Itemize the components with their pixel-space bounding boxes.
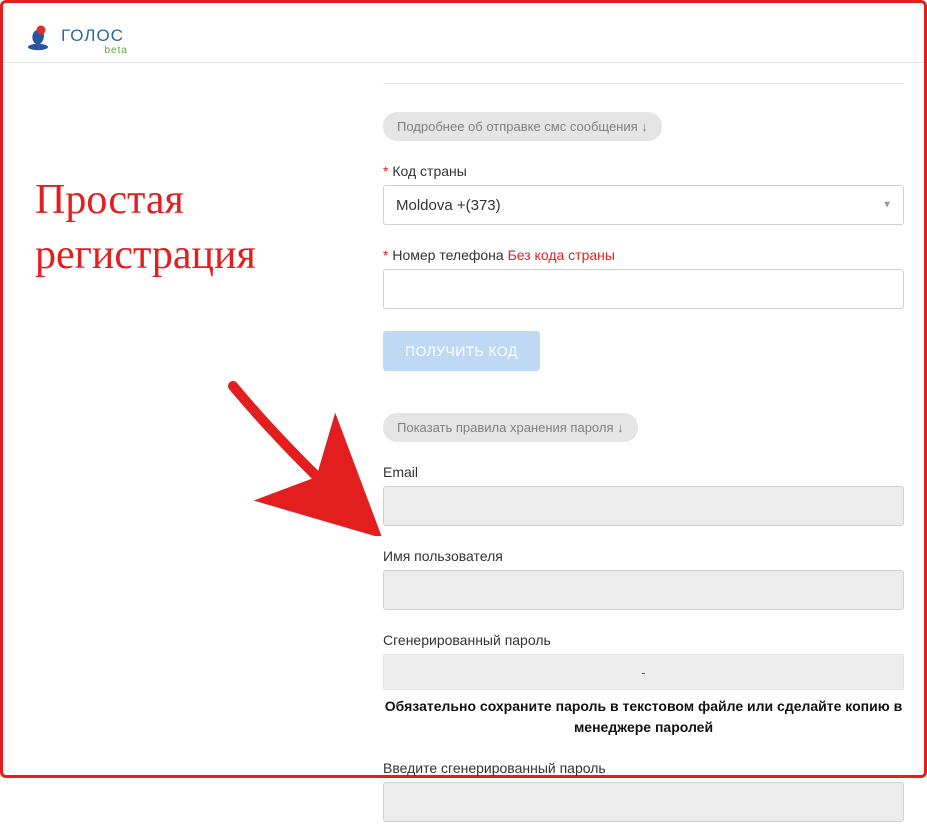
enter-password-field: Введите сгенерированный пароль xyxy=(383,760,904,822)
email-field: Email xyxy=(383,464,904,526)
generated-password-label: Сгенерированный пароль xyxy=(383,632,904,648)
generated-password-field: Сгенерированный пароль - Обязательно сох… xyxy=(383,632,904,738)
country-code-select[interactable]: Moldova +(373) xyxy=(383,185,904,225)
email-input[interactable] xyxy=(383,486,904,526)
country-code-field: * Код страны Moldova +(373) ▼ xyxy=(383,163,904,225)
logo-icon xyxy=(23,21,53,51)
email-label: Email xyxy=(383,464,904,480)
password-rules-pill[interactable]: Показать правила хранения пароля ↓ xyxy=(383,413,638,442)
annotation-text: Простая регистрация xyxy=(23,81,363,282)
password-warning: Обязательно сохраните пароль в текстовом… xyxy=(383,696,904,738)
phone-field: * Номер телефона Без кода страны xyxy=(383,247,904,309)
enter-password-input[interactable] xyxy=(383,782,904,822)
header: ГОЛОС beta xyxy=(3,3,924,63)
get-code-button[interactable]: ПОЛУЧИТЬ КОД xyxy=(383,331,540,371)
enter-password-label: Введите сгенерированный пароль xyxy=(383,760,904,776)
divider xyxy=(383,83,904,84)
arrow-icon xyxy=(223,376,383,536)
phone-label: * Номер телефона Без кода страны xyxy=(383,247,904,263)
username-label: Имя пользователя xyxy=(383,548,904,564)
country-code-label: * Код страны xyxy=(383,163,904,179)
username-field: Имя пользователя xyxy=(383,548,904,610)
brand-name: ГОЛОС beta xyxy=(61,26,124,46)
sms-info-pill[interactable]: Подробнее об отправке смс сообщения ↓ xyxy=(383,112,662,141)
logo[interactable]: ГОЛОС beta xyxy=(23,21,124,51)
username-input[interactable] xyxy=(383,570,904,610)
annotation-overlay: Простая регистрация xyxy=(23,81,363,822)
registration-form: Подробнее об отправке смс сообщения ↓ * … xyxy=(363,81,904,822)
generated-password-display: - xyxy=(383,654,904,690)
phone-input[interactable] xyxy=(383,269,904,309)
brand-beta: beta xyxy=(104,45,127,56)
